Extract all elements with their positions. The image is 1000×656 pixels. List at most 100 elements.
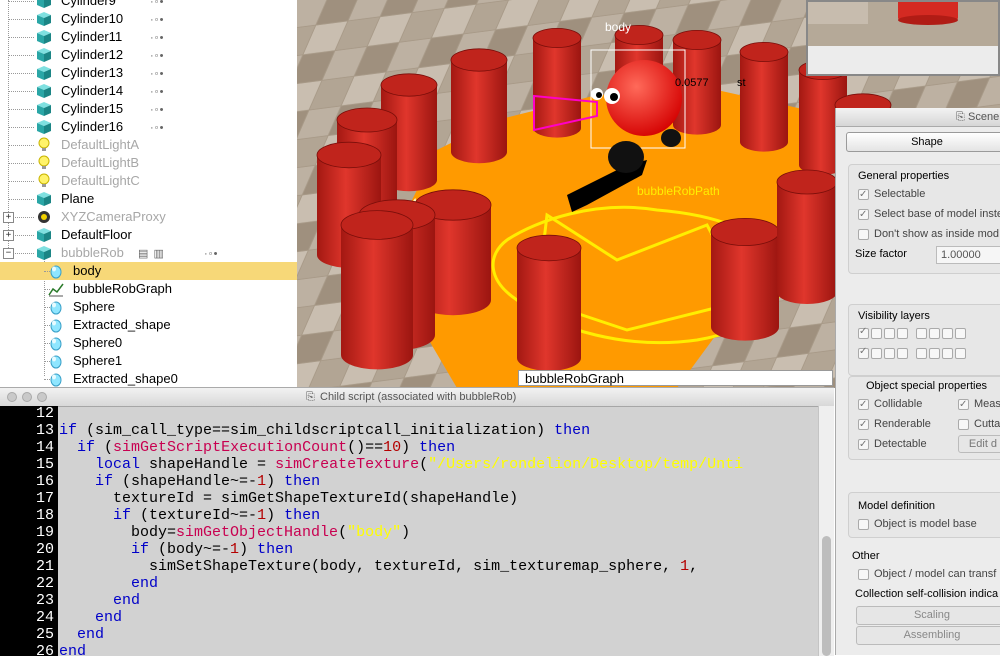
script-vertical-scrollbar[interactable]	[818, 406, 834, 656]
graph-tab[interactable]: bubbleRobGraph	[518, 370, 833, 386]
detectable-checkbox[interactable]: Detectable	[858, 436, 927, 453]
hierarchy-item-defaultlightb[interactable]: DefaultLightB	[0, 154, 297, 172]
code-line[interactable]: body=simGetObjectHandle("body")	[59, 524, 410, 541]
collidable-checkbox[interactable]: Collidable	[858, 396, 922, 413]
path-label: bubbleRobPath	[637, 184, 720, 198]
cylinder-12[interactable]	[710, 217, 780, 341]
properties-title-icon: ⎘	[956, 111, 965, 123]
hierarchy-item-defaultlightc[interactable]: DefaultLightC	[0, 172, 297, 190]
hierarchy-item-defaultlighta[interactable]: DefaultLightA	[0, 136, 297, 154]
script-association-icon[interactable]: ·◦•	[150, 101, 164, 119]
hierarchy-item-plane[interactable]: Plane	[0, 190, 297, 208]
selectable-checkbox[interactable]: Selectable	[858, 186, 925, 203]
code-line[interactable]: simSetShapeTexture(body, textureId, sim_…	[59, 558, 698, 575]
hierarchy-item-bubblerobgraph[interactable]: bubbleRobGraph	[0, 280, 297, 298]
size-factor-field[interactable]: 1.00000	[936, 246, 1000, 264]
hierarchy-item-cylinder15[interactable]: Cylinder15 ·◦•	[0, 100, 297, 118]
floating-view[interactable]	[806, 0, 1000, 76]
code-line[interactable]: end	[59, 626, 104, 643]
script-association-icon[interactable]: ·◦•	[150, 47, 164, 65]
cylinder-13[interactable]	[776, 169, 838, 304]
script-icons[interactable]: ▤ ▥	[138, 245, 165, 263]
script-association-icon[interactable]: ·◦•	[150, 11, 164, 29]
hierarchy-item-sphere[interactable]: Sphere	[0, 298, 297, 316]
collapse-icon[interactable]: −	[3, 248, 14, 259]
hierarchy-item-body[interactable]: body	[0, 262, 297, 280]
cylinder-16[interactable]	[516, 234, 582, 371]
floating-view-render	[808, 2, 998, 74]
hierarchy-item-sphere1[interactable]: Sphere1	[0, 352, 297, 370]
code-line[interactable]: textureId = simGetShapeTextureId(shapeHa…	[59, 490, 518, 507]
cylinder-17[interactable]	[340, 210, 414, 370]
hierarchy-item-cylinder12[interactable]: Cylinder12 ·◦•	[0, 46, 297, 64]
properties-titlebar: ⎘ Scene	[836, 108, 1000, 127]
hierarchy-item-cylinder16[interactable]: Cylinder16 ·◦•	[0, 118, 297, 136]
zoom-window-button[interactable]	[37, 392, 47, 402]
script-association-icon[interactable]: ·◦•	[150, 83, 164, 101]
hierarchy-item-cylinder9[interactable]: Cylinder9 ·◦•	[0, 0, 297, 10]
cube-icon	[36, 0, 52, 9]
hierarchy-item-label: Cylinder14	[61, 83, 124, 98]
line-number: 19	[35, 524, 54, 541]
hierarchy-item-cylinder13[interactable]: Cylinder13 ·◦•	[0, 64, 297, 82]
body-label: body	[605, 20, 631, 34]
script-association-icon[interactable]: ·◦•	[204, 245, 218, 263]
script-association-icon[interactable]: ·◦•	[150, 65, 164, 83]
hierarchy-item-cylinder11[interactable]: Cylinder11 ·◦•	[0, 28, 297, 46]
can-transfer-checkbox[interactable]: Object / model can transf	[858, 566, 996, 582]
shape-tab-button[interactable]: Shape	[846, 132, 1000, 152]
line-number: 15	[35, 456, 54, 473]
hierarchy-item-xyzcameraproxy[interactable]: + XYZCameraProxy	[0, 208, 297, 226]
script-association-icon[interactable]: ·◦•	[150, 29, 164, 47]
code-line[interactable]: end	[59, 592, 140, 609]
assembling-button[interactable]: Assembling	[856, 626, 1000, 645]
hierarchy-item-cylinder10[interactable]: Cylinder10 ·◦•	[0, 10, 297, 28]
hierarchy-item-sphere0[interactable]: Sphere0	[0, 334, 297, 352]
camera-proxy-icon	[36, 209, 52, 225]
script-association-icon[interactable]: ·◦•	[150, 119, 164, 137]
code-line[interactable]: local shapeHandle = simCreateTexture("/U…	[59, 456, 743, 473]
renderable-checkbox[interactable]: Renderable	[858, 416, 931, 433]
hierarchy-item-label: Extracted_shape0	[73, 371, 178, 386]
hierarchy-item-cylinder14[interactable]: Cylinder14 ·◦•	[0, 82, 297, 100]
code-line[interactable]: if (shapeHandle~=-1) then	[59, 473, 320, 490]
hierarchy-item-defaultfloor[interactable]: + DefaultFloor	[0, 226, 297, 244]
cylinder-4[interactable]	[739, 42, 789, 152]
visibility-layers-row-1[interactable]	[858, 326, 968, 342]
select-base-checkbox[interactable]: Select base of model inste	[858, 206, 1000, 223]
code-line[interactable]: end	[59, 609, 122, 626]
special-properties-header: Object special properties	[866, 380, 988, 392]
hierarchy-item-label: DefaultFloor	[61, 227, 132, 242]
expand-icon[interactable]: +	[3, 212, 14, 223]
code-line[interactable]: if (simGetScriptExecutionCount()==10) th…	[59, 439, 455, 456]
hierarchy-item-extracted_shape[interactable]: Extracted_shape	[0, 316, 297, 334]
line-number: 24	[35, 609, 54, 626]
hierarchy-item-label: Cylinder15	[61, 101, 124, 116]
scrollbar-thumb[interactable]	[822, 536, 831, 656]
visibility-layers-row-2[interactable]	[858, 346, 968, 362]
scaling-button[interactable]: Scaling	[856, 606, 1000, 625]
code-line[interactable]: end	[59, 643, 86, 656]
dont-show-checkbox[interactable]: Don't show as inside mod	[858, 226, 999, 242]
hierarchy-item-label: Cylinder13	[61, 65, 124, 80]
code-line[interactable]: if (sim_call_type==sim_childscriptcall_i…	[59, 422, 590, 439]
cuttable-checkbox[interactable]: Cutta	[958, 416, 1000, 432]
expand-icon[interactable]: +	[3, 230, 14, 241]
code-line[interactable]: end	[59, 575, 158, 592]
line-number: 18	[35, 507, 54, 524]
hierarchy-item-extracted_shape0[interactable]: Extracted_shape0	[0, 370, 297, 388]
code-line[interactable]: if (body~=-1) then	[59, 541, 293, 558]
line-number: 20	[35, 541, 54, 558]
hierarchy-item-bubblerob[interactable]: − bubbleRob ▤ ▥ ·◦•	[0, 244, 297, 262]
edit-detectable-button[interactable]: Edit d	[958, 435, 1000, 453]
scene-hierarchy: Cylinder9 ·◦• Cylinder10 ·◦• Cylinder11 ·◦• Cy…	[0, 0, 298, 390]
hierarchy-item-label: Extracted_shape	[73, 317, 171, 332]
close-window-button[interactable]	[7, 392, 17, 402]
cube-icon	[36, 65, 52, 81]
measurable-checkbox[interactable]: Meas	[958, 396, 1000, 413]
minimize-window-button[interactable]	[22, 392, 32, 402]
model-base-checkbox[interactable]: Object is model base	[858, 516, 977, 532]
sphere-shape-icon	[48, 335, 64, 351]
code-line[interactable]: if (textureId~=-1) then	[59, 507, 320, 524]
cylinder-6[interactable]	[450, 48, 508, 164]
